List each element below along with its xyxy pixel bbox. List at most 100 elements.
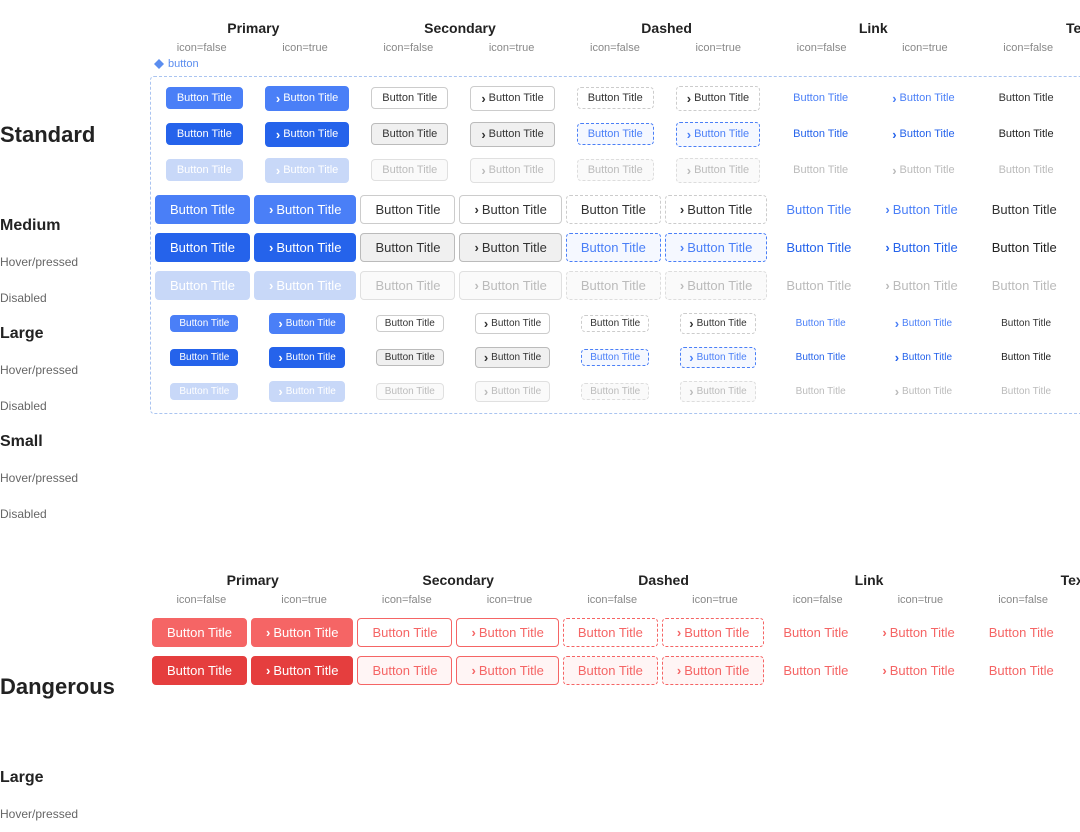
- btn-danger-link-large-hover[interactable]: Button Title: [768, 656, 863, 685]
- btn-secondary-small-disabled-icon: Button Title: [475, 381, 550, 402]
- btn-primary-medium-disabled: Button Title: [166, 159, 243, 181]
- btn-danger-secondary-large-hover[interactable]: Button Title: [357, 656, 452, 685]
- btn-dashed-medium-normal-icon[interactable]: Button Title: [676, 86, 760, 111]
- btn-danger-link-large-hover-icon[interactable]: Button Title: [867, 656, 969, 685]
- btn-link-small-normal[interactable]: Button Title: [787, 315, 855, 332]
- btn-danger-link-large-normal-icon[interactable]: Button Title: [867, 618, 969, 647]
- btn-secondary-medium-hover[interactable]: Button Title: [371, 123, 448, 145]
- btn-secondary-small-normal-icon[interactable]: Button Title: [475, 313, 550, 334]
- btn-link-small-normal-icon[interactable]: Button Title: [886, 313, 961, 334]
- btn-danger-primary-large-normal[interactable]: Button Title: [152, 618, 247, 647]
- standard-title: Standard: [0, 122, 150, 148]
- btn-link-small-hover[interactable]: Button Title: [787, 349, 855, 366]
- btn-dashed-medium-hover-icon[interactable]: Button Title: [676, 122, 760, 147]
- btn-secondary-medium-normal-icon[interactable]: Button Title: [470, 86, 554, 111]
- btn-dashed-large-hover-icon[interactable]: Button Title: [665, 233, 767, 262]
- d-col-dashed-title: Dashed: [638, 572, 689, 588]
- btn-danger-dashed-large-hover[interactable]: Button Title: [563, 656, 658, 685]
- btn-link-large-hover-icon[interactable]: Button Title: [870, 233, 972, 262]
- btn-link-medium-normal[interactable]: Button Title: [782, 87, 859, 109]
- btn-dashed-medium-normal[interactable]: Button Title: [577, 87, 654, 109]
- btn-primary-large-disabled-icon: Button Title: [254, 271, 356, 300]
- btn-primary-large-hover-icon[interactable]: Button Title: [254, 233, 356, 262]
- btn-secondary-large-normal-icon[interactable]: Button Title: [459, 195, 561, 224]
- btn-secondary-small-normal[interactable]: Button Title: [376, 315, 444, 332]
- btn-danger-secondary-large-hover-icon[interactable]: Button Title: [456, 656, 558, 685]
- btn-danger-text-large-hover[interactable]: Button Title: [974, 656, 1069, 685]
- page: Standard Medium Hover/pressed Disabled L…: [0, 0, 1080, 832]
- label-large-hover: Hover/pressed: [0, 352, 150, 388]
- btn-danger-primary-large-hover-icon[interactable]: Button Title: [251, 656, 353, 685]
- btn-dashed-medium-hover[interactable]: Button Title: [577, 123, 654, 145]
- btn-danger-dashed-large-hover-icon[interactable]: Button Title: [662, 656, 764, 685]
- label-medium-hover: Hover/pressed: [0, 244, 150, 280]
- btn-danger-dashed-large-normal[interactable]: Button Title: [563, 618, 658, 647]
- btn-text-large-normal-icon[interactable]: Button Title: [1076, 195, 1080, 224]
- btn-link-small-hover-icon[interactable]: Button Title: [886, 347, 961, 368]
- btn-text-small-normal[interactable]: Button Title: [992, 315, 1060, 332]
- btn-dashed-large-normal-icon[interactable]: Button Title: [665, 195, 767, 224]
- btn-primary-large-disabled: Button Title: [155, 271, 250, 300]
- btn-secondary-medium-disabled-icon: Button Title: [470, 158, 554, 183]
- d-col-dashed: Dashed icon=false icon=true: [561, 572, 766, 608]
- btn-text-large-normal[interactable]: Button Title: [977, 195, 1072, 224]
- btn-link-medium-hover[interactable]: Button Title: [782, 123, 859, 145]
- btn-danger-text-large-hover-icon[interactable]: Button Title: [1073, 656, 1080, 685]
- d-text-icon-false: icon=false: [972, 592, 1075, 608]
- btn-primary-medium-normal[interactable]: Button Title: [166, 87, 243, 109]
- btn-primary-medium-hover-icon[interactable]: Button Title: [265, 122, 349, 147]
- d-secondary-icon-true: icon=true: [458, 592, 561, 608]
- btn-dashed-small-normal-icon[interactable]: Button Title: [680, 313, 755, 334]
- btn-link-large-normal[interactable]: Button Title: [771, 195, 866, 224]
- btn-link-medium-hover-icon[interactable]: Button Title: [881, 122, 965, 147]
- btn-primary-large-hover[interactable]: Button Title: [155, 233, 250, 262]
- btn-danger-text-large-normal-icon[interactable]: Button Title: [1073, 618, 1080, 647]
- marker-dot: [154, 59, 164, 69]
- btn-link-large-normal-icon[interactable]: Button Title: [870, 195, 972, 224]
- btn-link-large-hover[interactable]: Button Title: [771, 233, 866, 262]
- btn-text-large-hover-icon[interactable]: Button Title: [1076, 233, 1080, 262]
- btn-secondary-large-hover-icon[interactable]: Button Title: [459, 233, 561, 262]
- btn-primary-large-normal[interactable]: Button Title: [155, 195, 250, 224]
- label-small: Small: [0, 424, 150, 460]
- col-dashed-title: Dashed: [641, 20, 692, 36]
- btn-primary-large-normal-icon[interactable]: Button Title: [254, 195, 356, 224]
- btn-danger-text-large-normal[interactable]: Button Title: [974, 618, 1069, 647]
- btn-dashed-large-normal[interactable]: Button Title: [566, 195, 661, 224]
- btn-primary-small-normal-icon[interactable]: Button Title: [269, 313, 344, 334]
- btn-primary-medium-normal-icon[interactable]: Button Title: [265, 86, 349, 111]
- btn-danger-primary-large-hover[interactable]: Button Title: [152, 656, 247, 685]
- btn-primary-medium-hover[interactable]: Button Title: [166, 123, 243, 145]
- btn-dashed-small-normal[interactable]: Button Title: [581, 315, 649, 332]
- btn-danger-secondary-large-normal-icon[interactable]: Button Title: [456, 618, 558, 647]
- btn-text-medium-hover[interactable]: Button Title: [988, 123, 1065, 145]
- d-col-link-title: Link: [855, 572, 884, 588]
- btn-text-medium-normal[interactable]: Button Title: [988, 87, 1065, 109]
- btn-dashed-large-hover[interactable]: Button Title: [566, 233, 661, 262]
- dangerous-section: Dangerous Large Hover/pressed Primary ic…: [0, 552, 1080, 832]
- btn-primary-small-normal[interactable]: Button Title: [170, 315, 238, 332]
- btn-danger-secondary-large-normal[interactable]: Button Title: [357, 618, 452, 647]
- btn-secondary-medium-normal[interactable]: Button Title: [371, 87, 448, 109]
- btn-secondary-small-hover-icon[interactable]: Button Title: [475, 347, 550, 368]
- btn-dashed-small-hover-icon[interactable]: Button Title: [680, 347, 755, 368]
- btn-primary-small-hover-icon[interactable]: Button Title: [269, 347, 344, 368]
- btn-danger-dashed-large-normal-icon[interactable]: Button Title: [662, 618, 764, 647]
- btn-secondary-medium-hover-icon[interactable]: Button Title: [470, 122, 554, 147]
- btn-secondary-small-hover[interactable]: Button Title: [376, 349, 444, 366]
- sidebar-dangerous: Dangerous Large Hover/pressed: [0, 552, 150, 832]
- btn-link-small-disabled-icon: Button Title: [886, 381, 961, 402]
- d-col-primary: Primary icon=false icon=true: [150, 572, 355, 608]
- btn-secondary-large-normal[interactable]: Button Title: [360, 195, 455, 224]
- btn-dashed-small-hover[interactable]: Button Title: [581, 349, 649, 366]
- link-icon-true: icon=true: [873, 40, 976, 56]
- btn-primary-small-hover[interactable]: Button Title: [170, 349, 238, 366]
- btn-text-small-hover[interactable]: Button Title: [992, 349, 1060, 366]
- btn-secondary-small-disabled: Button Title: [376, 383, 444, 400]
- btn-danger-primary-large-normal-icon[interactable]: Button Title: [251, 618, 353, 647]
- btn-secondary-large-hover[interactable]: Button Title: [360, 233, 455, 262]
- btn-text-large-hover[interactable]: Button Title: [977, 233, 1072, 262]
- btn-danger-link-large-normal[interactable]: Button Title: [768, 618, 863, 647]
- btn-link-medium-normal-icon[interactable]: Button Title: [881, 86, 965, 111]
- btn-secondary-large-disabled: Button Title: [360, 271, 455, 300]
